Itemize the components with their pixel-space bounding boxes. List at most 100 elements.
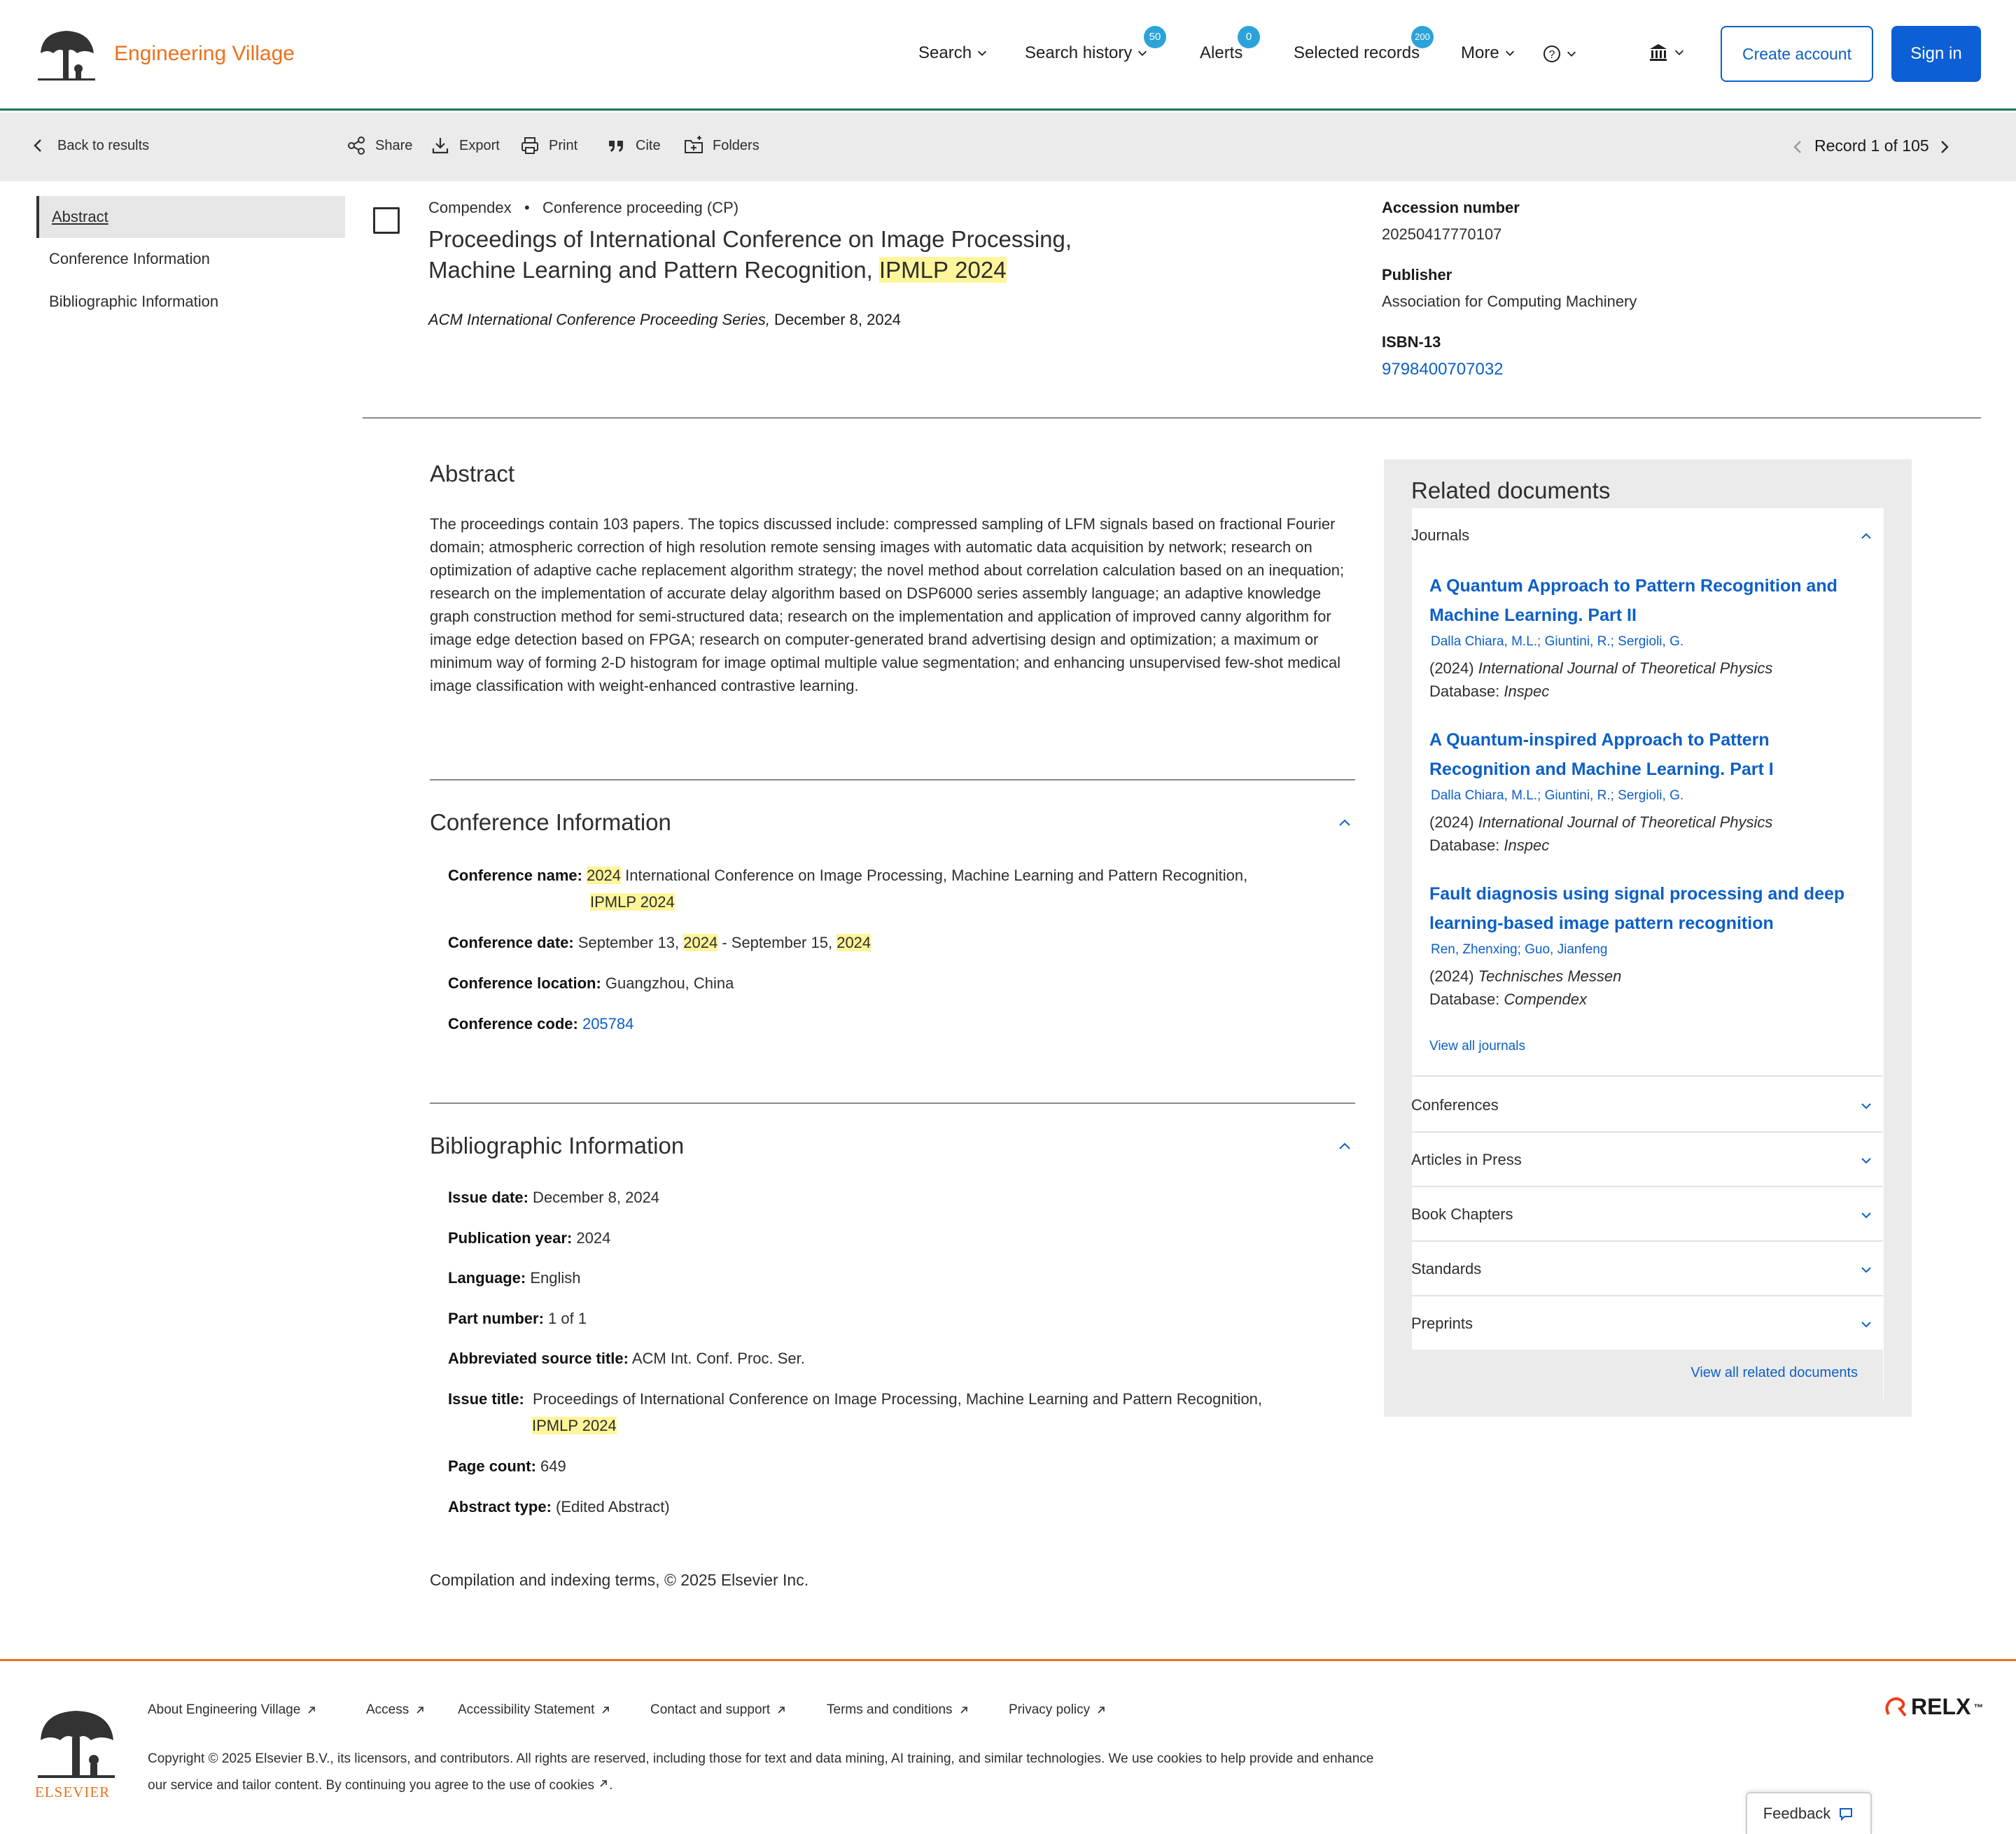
chevron-down-icon <box>1861 1212 1871 1219</box>
sign-in-button[interactable]: Sign in <box>1891 26 1981 82</box>
conference-name-highlight-acronym: IPMLP 2024 <box>590 893 675 911</box>
source-series: ACM International Conference Proceeding … <box>428 311 901 329</box>
chevron-left-icon <box>34 139 41 152</box>
chevron-down-icon <box>1674 50 1684 55</box>
chevron-down-icon <box>978 50 987 56</box>
view-all-journals-link[interactable]: View all journals <box>1429 1039 1525 1054</box>
footer-link-label: About Engineering Village <box>148 1702 301 1717</box>
chevron-up-icon[interactable] <box>1337 1138 1352 1154</box>
footer-link-privacy[interactable]: Privacy policy <box>1009 1702 1107 1718</box>
isbn-label: ISBN-13 <box>1382 333 1441 351</box>
footer-link-access[interactable]: Access <box>366 1702 426 1718</box>
footer-link-accessibility[interactable]: Accessibility Statement <box>458 1702 611 1718</box>
accession-number-label: Accession number <box>1382 199 1520 216</box>
conference-code-label: Conference code: <box>448 1015 578 1032</box>
title-highlight-acronym: IPMLP <box>878 257 948 283</box>
footer-link-terms[interactable]: Terms and conditions <box>827 1702 969 1718</box>
view-all-related-documents-link[interactable]: View all related documents <box>1690 1365 1858 1381</box>
series-title: ACM International Conference Proceeding … <box>428 311 770 328</box>
back-to-results-link[interactable]: Back to results <box>28 135 149 156</box>
language-value: English <box>526 1269 581 1287</box>
isbn-link[interactable]: 9798400707032 <box>1382 360 1504 379</box>
print-button[interactable]: Print <box>519 135 578 156</box>
abstract-text: The proceedings contain 103 papers. The … <box>430 515 1345 694</box>
nav-more-label: More <box>1461 43 1499 62</box>
issue-title-highlight: IPMLP 2024 <box>532 1417 617 1434</box>
nav-search-history[interactable]: Search history <box>1025 43 1149 63</box>
copyright-text: Copyright © 2025 Elsevier B.V., its lice… <box>148 1751 1374 1793</box>
related-category-articles-in-press[interactable]: Articles in Press <box>1411 1133 1883 1187</box>
folders-button[interactable]: Folders <box>683 135 760 156</box>
related-category-journals[interactable]: Journals <box>1411 508 1883 564</box>
nav-more[interactable]: More <box>1461 43 1516 63</box>
chevron-down-icon <box>1861 1322 1871 1328</box>
category-label: Preprints <box>1411 1315 1474 1332</box>
footer-link-about[interactable]: About Engineering Village <box>148 1702 317 1718</box>
folders-label: Folders <box>713 137 760 153</box>
previous-record-chevron-icon[interactable] <box>1788 136 1809 158</box>
external-link-icon[interactable] <box>598 1778 609 1789</box>
related-doc-database-label: Database: <box>1429 990 1504 1008</box>
publication-year-field: Publication year: 2024 <box>448 1225 610 1252</box>
left-nav-bibliographic-information[interactable]: Bibliographic Information <box>36 281 345 323</box>
chevron-down-icon <box>1567 51 1576 57</box>
select-record-checkbox[interactable] <box>373 207 400 234</box>
nav-institution[interactable] <box>1648 42 1686 63</box>
alerts-count-badge: 0 <box>1238 26 1260 48</box>
related-doc-authors[interactable]: Dalla Chiara, M.L.; Giuntini, R.; Sergio… <box>1431 788 1684 804</box>
nav-search[interactable]: Search <box>918 43 988 63</box>
help-glyph: ? <box>1549 49 1555 61</box>
related-doc-title[interactable]: A Quantum Approach to Pattern Recognitio… <box>1429 571 1870 630</box>
left-nav-abstract[interactable]: Abstract <box>36 196 345 238</box>
nav-selected-records[interactable]: Selected records <box>1294 43 1420 63</box>
publication-year-label: Publication year: <box>448 1229 573 1247</box>
cite-button[interactable]: Cite <box>606 135 661 156</box>
category-label: Standards <box>1411 1260 1482 1278</box>
related-doc-title[interactable]: A Quantum-inspired Approach to Pattern R… <box>1429 725 1870 784</box>
related-category-conferences[interactable]: Conferences <box>1411 1078 1883 1133</box>
related-category-standards[interactable]: Standards <box>1411 1242 1883 1296</box>
related-category-book-chapters[interactable]: Book Chapters <box>1411 1187 1883 1242</box>
share-button[interactable]: Share <box>346 135 412 156</box>
related-category-preprints[interactable]: Preprints <box>1411 1296 1883 1351</box>
abstract-type-label: Abstract type: <box>448 1498 552 1516</box>
category-divider <box>1411 1075 1883 1077</box>
footer-link-label: Privacy policy <box>1009 1702 1091 1717</box>
footer-link-contact[interactable]: Contact and support <box>650 1702 787 1718</box>
external-link-icon <box>602 1707 610 1714</box>
part-number-field: Part number: 1 of 1 <box>448 1306 587 1332</box>
next-record-chevron-icon[interactable] <box>1933 136 1954 158</box>
related-doc-authors[interactable]: Ren, Zhenxing; Guo, Jianfeng <box>1431 942 1607 958</box>
conference-location-field: Conference location: Guangzhou, China <box>448 970 734 997</box>
export-label: Export <box>459 137 500 153</box>
related-doc-authors[interactable]: Dalla Chiara, M.L.; Giuntini, R.; Sergio… <box>1431 634 1684 650</box>
category-label: Conferences <box>1411 1096 1499 1114</box>
brand-name[interactable]: Engineering Village <box>114 42 295 66</box>
elsevier-tree-logo[interactable] <box>35 1705 118 1782</box>
nav-alerts[interactable]: Alerts <box>1200 43 1242 63</box>
conference-location-value: Guangzhou, China <box>601 974 734 992</box>
back-to-results-label: Back to results <box>57 137 150 153</box>
left-nav-conference-information[interactable]: Conference Information <box>36 238 345 280</box>
chevron-up-icon[interactable] <box>1337 815 1352 830</box>
elsevier-tree-logo[interactable] <box>35 25 98 83</box>
create-account-button[interactable]: Create account <box>1721 26 1873 82</box>
conference-code-link[interactable]: 205784 <box>582 1015 634 1032</box>
conference-name-text: International Conference on Image Proces… <box>621 867 1248 884</box>
folder-add-icon <box>685 136 703 153</box>
selected-records-count-badge: 200 <box>1411 26 1434 48</box>
nav-help[interactable]: ? <box>1543 45 1578 63</box>
download-icon <box>432 138 449 154</box>
top-header: Engineering Village Search Search histor… <box>0 0 2016 111</box>
feedback-button[interactable]: Feedback <box>1746 1792 1872 1834</box>
related-doc-source: (2024) Technisches Messen Database: Comp… <box>1429 965 1621 1011</box>
database-name: Compendex <box>428 199 512 216</box>
export-button[interactable]: Export <box>430 135 500 156</box>
related-doc-title[interactable]: Fault diagnosis using signal processing … <box>1429 879 1870 938</box>
abbreviated-source-title-label: Abbreviated source title: <box>448 1350 629 1367</box>
conference-date-start-year: 2024 <box>683 934 718 951</box>
part-number-value: 1 of 1 <box>543 1310 587 1327</box>
category-label: Articles in Press <box>1411 1151 1522 1168</box>
record-toolbar: Back to results Share Export Print Cite … <box>0 113 2016 181</box>
relx-logo[interactable]: RELX ™ <box>1883 1694 1983 1720</box>
